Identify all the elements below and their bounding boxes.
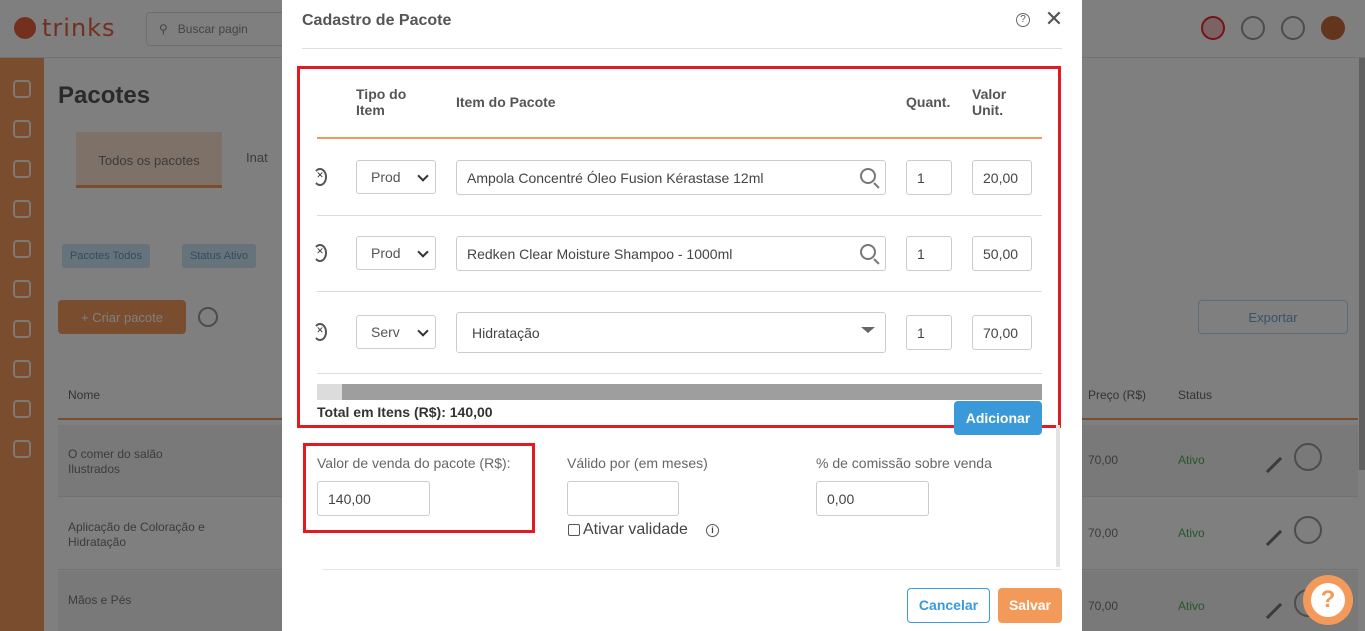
search-icon[interactable] <box>859 167 881 189</box>
activate-validity-checkbox[interactable] <box>568 524 580 536</box>
modal-title: Cadastro de Pacote <box>302 12 452 29</box>
service-select[interactable]: Hidratação <box>456 312 886 353</box>
title-divider <box>302 48 1062 49</box>
header-item: Item do Pacote <box>456 94 556 110</box>
help-chat-button[interactable]: ? <box>1303 575 1353 625</box>
close-icon[interactable]: ✕ <box>1044 8 1064 32</box>
row-divider <box>317 373 1042 374</box>
chevron-down-icon <box>417 246 429 258</box>
footer-divider <box>322 569 1062 570</box>
item-type-select[interactable]: Serv <box>356 315 436 349</box>
remove-item-icon[interactable]: ✕ <box>313 244 327 262</box>
valid-months-input[interactable] <box>567 481 679 516</box>
header-unit-value: Valor Unit. <box>972 86 1007 118</box>
items-total: Total em Itens (R$): 140,00 <box>317 404 493 420</box>
save-button[interactable]: Salvar <box>998 588 1062 623</box>
question-mark-icon: ? <box>1311 583 1345 617</box>
item-type-value: Serv <box>371 324 400 340</box>
item-type-value: Prod <box>371 169 401 185</box>
modal-scrollbar[interactable] <box>1056 425 1060 567</box>
info-icon[interactable]: i <box>706 524 719 537</box>
item-type-value: Prod <box>371 245 401 261</box>
sale-value-input[interactable]: 140,00 <box>317 481 430 516</box>
chevron-down-icon <box>417 170 429 182</box>
search-icon[interactable] <box>859 243 881 265</box>
package-modal: Cadastro de Pacote ? ✕ Tipo do Item Item… <box>282 0 1082 631</box>
header-divider <box>317 137 1042 139</box>
item-search-input[interactable]: Redken Clear Moisture Shampoo - 1000ml <box>456 236 886 271</box>
item-type-select[interactable]: Prod <box>356 236 436 270</box>
unit-value-input[interactable]: 70,00 <box>972 315 1032 350</box>
row-divider <box>317 291 1042 292</box>
quantity-input[interactable]: 1 <box>906 315 952 350</box>
row-divider <box>317 215 1042 216</box>
horizontal-scrollbar-thumb[interactable] <box>342 384 1042 400</box>
commission-label: % de comissão sobre venda <box>816 455 992 471</box>
add-item-button[interactable]: Adicionar <box>954 401 1042 435</box>
item-search-input[interactable]: Ampola Concentré Óleo Fusion Kérastase 1… <box>456 160 886 195</box>
unit-value-input[interactable]: 50,00 <box>972 236 1032 271</box>
cancel-button[interactable]: Cancelar <box>907 588 990 623</box>
chevron-down-icon <box>417 325 429 337</box>
item-name: Redken Clear Moisture Shampoo - 1000ml <box>467 246 733 262</box>
dropdown-arrow-icon <box>861 327 875 333</box>
sale-value-label: Valor de venda do pacote (R$): <box>317 455 511 471</box>
header-qty: Quant. <box>906 94 951 110</box>
remove-item-icon[interactable]: ✕ <box>313 168 327 186</box>
item-type-select[interactable]: Prod <box>356 160 436 194</box>
activate-validity-label[interactable]: Ativar validade <box>583 521 688 539</box>
quantity-input[interactable]: 1 <box>906 236 952 271</box>
valid-months-label: Válido por (em meses) <box>567 455 708 471</box>
item-name: Hidratação <box>472 325 540 341</box>
unit-value-input[interactable]: 20,00 <box>972 160 1032 195</box>
header-item-type: Tipo do Item <box>356 86 407 118</box>
quantity-input[interactable]: 1 <box>906 160 952 195</box>
remove-item-icon[interactable]: ✕ <box>313 323 327 341</box>
help-icon[interactable]: ? <box>1016 13 1030 27</box>
item-name: Ampola Concentré Óleo Fusion Kérastase 1… <box>467 170 764 186</box>
commission-input[interactable]: 0,00 <box>816 481 929 516</box>
